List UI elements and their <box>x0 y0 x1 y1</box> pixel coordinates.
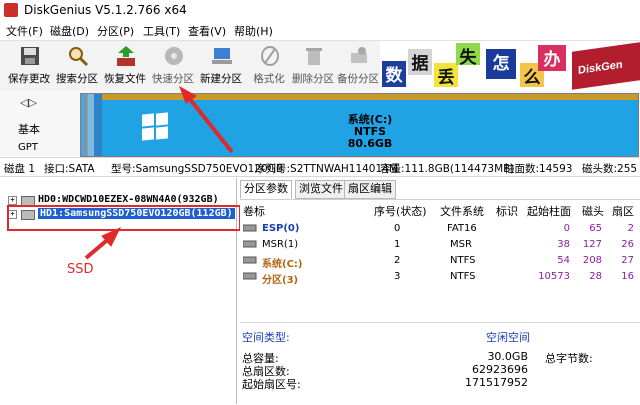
delete-partition-icon <box>306 48 322 65</box>
save-icon <box>21 47 39 65</box>
tab-bar: 分区参数 浏览文件 扇区编辑 <box>240 180 640 199</box>
partition-bar: 系统(C:) NTFS 80.6GB <box>80 93 639 157</box>
total-capacity-value: 30.0GB <box>487 350 528 363</box>
window-title: DiskGenius V5.1.2.766 x64 <box>24 3 187 17</box>
menu-view[interactable]: 查看(V) <box>188 23 226 39</box>
col-header-sector[interactable]: 扇区 <box>612 203 634 219</box>
partition-segment-small[interactable] <box>94 94 102 156</box>
col-header-flag[interactable]: 标识 <box>496 203 518 219</box>
partition-used-strip <box>102 94 638 100</box>
space-type-label: 空间类型: <box>242 331 290 344</box>
banner-brand-box: DiskGen <box>572 42 640 90</box>
menu-disk[interactable]: 磁盘(D) <box>50 23 89 39</box>
menu-help[interactable]: 帮助(H) <box>234 23 273 39</box>
col-header-index[interactable]: 序号(状态) <box>374 203 427 219</box>
annotation-highlight-box <box>7 205 241 231</box>
partition-table: 卷标 序号(状态) 文件系统 标识 起始柱面 磁头 扇区 ESP(0) 0 FA… <box>240 199 640 322</box>
search-partition-button[interactable]: 搜索分区 <box>53 43 101 89</box>
expand-icon[interactable]: + <box>8 196 17 205</box>
tab-partition-params[interactable]: 分区参数 <box>240 180 292 199</box>
banner-char: 怎 <box>486 49 516 79</box>
banner-char: 数 <box>382 61 406 87</box>
banner-brand: DiskGen <box>578 58 623 77</box>
volume-icon <box>243 272 257 280</box>
delete-partition-button[interactable]: 删除分区 <box>289 43 337 89</box>
annotation-ssd-label: SSD <box>67 262 94 277</box>
recover-files-button[interactable]: 恢复文件 <box>101 43 149 89</box>
search-partition-icon <box>69 47 89 67</box>
info-panel: 空间类型: 空闲空间 总容量: 30.0GB 总字节数: 总扇区数: 62923… <box>240 322 640 405</box>
banner-char: 办 <box>538 45 566 71</box>
backup-partition-button[interactable]: 备份分区 <box>334 43 382 89</box>
app-icon <box>4 3 18 17</box>
banner-char: 失 <box>456 43 480 68</box>
partition-segment-system-c[interactable]: 系统(C:) NTFS 80.6GB <box>102 94 638 156</box>
disk-type-label: 基本 <box>18 123 40 136</box>
title-bar: DiskGenius V5.1.2.766 x64 <box>0 0 640 20</box>
disk-cylinders: 柱面数:14593 <box>504 163 573 175</box>
disk-nav-arrows[interactable]: ◁▷ <box>20 96 37 109</box>
new-partition-button[interactable]: 新建分区 <box>197 43 245 89</box>
disk-scheme-label: GPT <box>18 142 38 153</box>
banner-char: 据 <box>408 49 432 75</box>
start-sector-label: 起始扇区号: <box>242 378 301 391</box>
disk-interface: 接口:SATA <box>44 163 95 175</box>
tab-sector-edit[interactable]: 扇区编辑 <box>344 180 396 199</box>
volume-icon <box>243 256 257 264</box>
table-row[interactable]: 分区(3) 3 NTFS 10573 28 16 <box>240 269 640 286</box>
disk-serial: 序列号:S2TTNWAH114014M <box>255 163 398 175</box>
partition-size: 80.6GB <box>347 137 393 150</box>
volume-icon <box>243 224 257 232</box>
col-header-start-cyl[interactable]: 起始柱面 <box>527 203 571 219</box>
save-changes-button[interactable]: 保存更改 <box>5 43 53 89</box>
quick-partition-button[interactable]: 快速分区 <box>149 43 197 89</box>
backup-partition-icon <box>351 47 367 63</box>
col-header-fs[interactable]: 文件系统 <box>440 203 484 219</box>
menu-tools[interactable]: 工具(T) <box>143 23 180 39</box>
menu-partition[interactable]: 分区(P) <box>97 23 134 39</box>
volume-icon <box>243 240 257 248</box>
table-row[interactable]: MSR(1) 1 MSR 38 127 26 <box>240 237 640 253</box>
tab-browse-files[interactable]: 浏览文件 <box>295 180 347 199</box>
col-header-head[interactable]: 磁头 <box>582 203 604 219</box>
promo-banner[interactable]: 数 据 丢 失 怎 么 办 DiskGen <box>380 41 640 91</box>
total-bytes-label: 总字节数: <box>545 352 593 365</box>
disk-capacity: 容量:111.8GB(114473MB) <box>380 163 515 175</box>
quick-partition-icon <box>165 47 183 65</box>
menu-bar: 文件(F) 磁盘(D) 分区(P) 工具(T) 查看(V) 帮助(H) <box>0 20 640 41</box>
total-sectors-value: 62923696 <box>472 363 528 376</box>
table-row[interactable]: 系统(C:) 2 NTFS 54 208 27 <box>240 253 640 270</box>
partition-segment-msr[interactable] <box>87 94 94 156</box>
disk-id: 磁盘 1 <box>4 163 36 175</box>
recover-files-icon <box>117 46 135 66</box>
menu-file[interactable]: 文件(F) <box>6 23 43 39</box>
col-header-label[interactable]: 卷标 <box>243 203 265 219</box>
format-icon <box>261 46 279 66</box>
banner-char: 丢 <box>434 63 458 88</box>
disk-info-bar: 磁盘 1 接口:SATA 型号:SamsungSSD750EVO120GB 序列… <box>0 157 640 177</box>
space-type-value: 空闲空间 <box>486 331 530 344</box>
start-sector-value: 171517952 <box>465 376 528 389</box>
table-row[interactable]: ESP(0) 0 FAT16 0 65 2 <box>240 221 640 237</box>
new-partition-icon <box>212 48 232 64</box>
disk-heads: 磁头数:255 <box>582 163 638 175</box>
format-button[interactable]: 格式化 <box>245 43 293 89</box>
